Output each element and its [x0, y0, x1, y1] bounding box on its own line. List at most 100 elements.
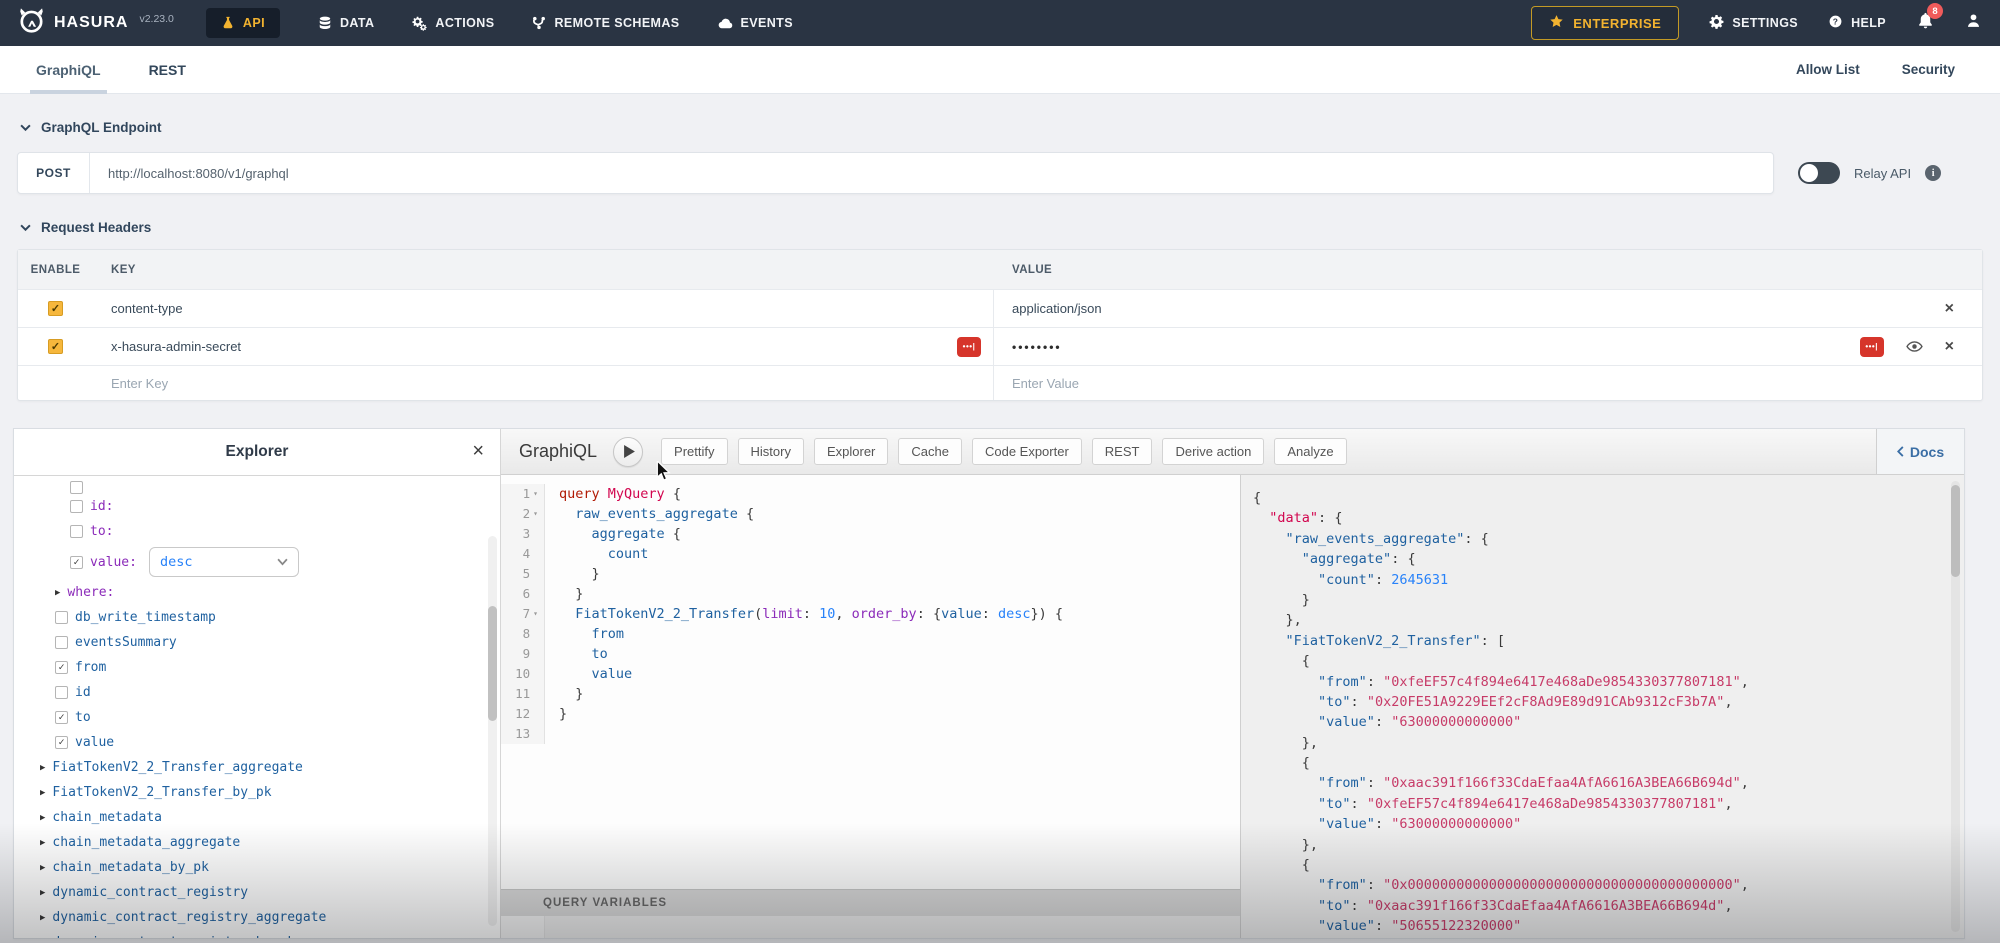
scrollbar-thumb[interactable]: [488, 606, 497, 721]
results-scrollbar[interactable]: [1951, 481, 1960, 932]
field-checkbox[interactable]: ✓: [55, 736, 68, 749]
tab-rest[interactable]: REST: [143, 46, 192, 94]
remove-header-icon[interactable]: ×: [1945, 301, 1954, 317]
explorer-item-dynamic_contract_registry_by_pk[interactable]: ▶dynamic_contract_registry_by_pk: [14, 930, 500, 938]
hasura-brand[interactable]: HASURA v2.23.0: [18, 7, 174, 39]
new-header-value-input[interactable]: [1012, 376, 1885, 391]
expand-arrow-icon[interactable]: ▶: [40, 838, 45, 848]
toolbar-button-explorer[interactable]: Explorer: [814, 438, 888, 465]
query-line: 6 }: [501, 584, 1240, 604]
notifications-button[interactable]: 8: [1916, 11, 1935, 35]
query-editor[interactable]: 1▾query MyQuery {2▾ raw_events_aggregate…: [501, 475, 1240, 889]
explorer-item-value[interactable]: ✓value: [14, 730, 500, 755]
enable-checkbox[interactable]: ✓: [48, 339, 63, 354]
explorer-item-where[interactable]: ▶where:: [14, 580, 500, 605]
remove-header-icon[interactable]: ×: [1945, 339, 1954, 355]
toolbar-button-derive-action[interactable]: Derive action: [1162, 438, 1264, 465]
tab-graphiql[interactable]: GraphiQL: [30, 46, 107, 94]
graphiql-panes: 1▾query MyQuery {2▾ raw_events_aggregate…: [501, 475, 1964, 938]
field-checkbox[interactable]: [55, 686, 68, 699]
explorer-item-id[interactable]: id:: [14, 494, 500, 519]
field-checkbox[interactable]: [55, 611, 68, 624]
expand-arrow-icon[interactable]: ▶: [40, 863, 45, 873]
security-link[interactable]: Security: [1902, 62, 1955, 77]
explorer-field-list[interactable]: id:to:✓value:desc▶where:db_write_timesta…: [14, 476, 500, 938]
results-pane[interactable]: { "data": { "raw_events_aggregate": { "a…: [1241, 475, 1964, 938]
header-key[interactable]: content-type: [111, 301, 183, 316]
expand-arrow-icon[interactable]: ▶: [40, 888, 45, 898]
explorer-item-chain_metadata_aggregate[interactable]: ▶chain_metadata_aggregate: [14, 830, 500, 855]
header-value[interactable]: application/json: [1012, 301, 1102, 316]
fold-arrow-icon[interactable]: ▾: [533, 484, 538, 504]
account-button[interactable]: [1965, 12, 1982, 34]
explorer-item-db_write_timestamp[interactable]: db_write_timestamp: [14, 605, 500, 630]
toolbar-button-cache[interactable]: Cache: [898, 438, 962, 465]
close-icon[interactable]: ×: [472, 441, 484, 461]
query-line: 11 }: [501, 684, 1240, 704]
query-variables-bar[interactable]: QUERY VARIABLES: [501, 889, 1240, 916]
settings-button[interactable]: SETTINGS: [1709, 14, 1798, 32]
explorer-item-to[interactable]: ✓to: [14, 705, 500, 730]
expand-arrow-icon[interactable]: ▶: [40, 913, 45, 923]
field-checkbox[interactable]: ✓: [55, 661, 68, 674]
request-headers-section-header[interactable]: Request Headers: [20, 220, 2000, 235]
field-checkbox[interactable]: ✓: [70, 556, 83, 569]
nav-item-remote-schemas[interactable]: REMOTE SCHEMAS: [532, 16, 679, 30]
lastpass-icon[interactable]: •••|: [957, 337, 981, 357]
explorer-item-FiatTokenV2_2_Transfer_by_pk[interactable]: ▶FiatTokenV2_2_Transfer_by_pk: [14, 780, 500, 805]
nav-item-events[interactable]: EVENTS: [718, 16, 793, 31]
explorer-item-FiatTokenV2_2_Transfer_aggregate[interactable]: ▶FiatTokenV2_2_Transfer_aggregate: [14, 755, 500, 780]
nav-item-api[interactable]: API: [206, 8, 280, 38]
expand-arrow-icon[interactable]: ▶: [40, 938, 45, 939]
lastpass-icon[interactable]: •••|: [1860, 337, 1884, 357]
field-checkbox[interactable]: [70, 481, 83, 494]
explorer-item-chain_metadata[interactable]: ▶chain_metadata: [14, 805, 500, 830]
field-checkbox[interactable]: [70, 500, 83, 513]
enterprise-button[interactable]: ENTERPRISE: [1531, 6, 1679, 40]
field-checkbox[interactable]: ✓: [55, 711, 68, 724]
execute-query-button[interactable]: [613, 437, 643, 467]
nav-item-data[interactable]: DATA: [318, 16, 374, 30]
new-header-key-input[interactable]: [111, 376, 905, 391]
reveal-value-icon[interactable]: [1906, 338, 1923, 355]
explorer-item-to[interactable]: to:: [14, 519, 500, 544]
expand-arrow-icon[interactable]: ▶: [40, 813, 45, 823]
explorer-item-value[interactable]: ✓value:desc: [14, 544, 500, 580]
fold-arrow-icon[interactable]: ▾: [533, 504, 538, 524]
relay-api-toggle[interactable]: [1798, 162, 1840, 184]
nav-item-actions[interactable]: ACTIONS: [412, 16, 494, 31]
docs-button[interactable]: Docs: [1876, 429, 1964, 474]
expand-arrow-icon[interactable]: ▶: [40, 763, 45, 773]
toolbar-button-code-exporter[interactable]: Code Exporter: [972, 438, 1082, 465]
info-icon[interactable]: i: [1925, 165, 1941, 181]
explorer-item-dynamic_contract_registry[interactable]: ▶dynamic_contract_registry: [14, 880, 500, 905]
field-checkbox[interactable]: [70, 525, 83, 538]
enable-checkbox[interactable]: ✓: [48, 301, 63, 316]
help-button[interactable]: ? HELP: [1828, 14, 1886, 32]
explorer-item-clipped[interactable]: [14, 480, 500, 494]
allow-list-link[interactable]: Allow List: [1796, 62, 1860, 77]
explorer-item-dynamic_contract_registry_aggregate[interactable]: ▶dynamic_contract_registry_aggregate: [14, 905, 500, 930]
toolbar-button-history[interactable]: History: [738, 438, 804, 465]
explorer-item-from[interactable]: ✓from: [14, 655, 500, 680]
sort-order-dropdown[interactable]: desc: [149, 547, 299, 577]
expand-arrow-icon[interactable]: ▶: [40, 788, 45, 798]
explorer-item-chain_metadata_by_pk[interactable]: ▶chain_metadata_by_pk: [14, 855, 500, 880]
expand-arrow-icon[interactable]: ▶: [55, 588, 60, 598]
explorer-item-eventsSummary[interactable]: eventsSummary: [14, 630, 500, 655]
fold-arrow-icon[interactable]: ▾: [533, 604, 538, 624]
nav-item-label: EVENTS: [741, 16, 793, 30]
toolbar-button-prettify[interactable]: Prettify: [661, 438, 727, 465]
toolbar-button-rest[interactable]: REST: [1092, 438, 1153, 465]
explorer-item-id[interactable]: id: [14, 680, 500, 705]
masked-header-value[interactable]: ••••••••: [1012, 340, 1062, 354]
endpoint-url-input[interactable]: [90, 153, 1773, 193]
scrollbar-thumb[interactable]: [1951, 485, 1960, 577]
query-editor-pane[interactable]: 1▾query MyQuery {2▾ raw_events_aggregate…: [501, 475, 1241, 938]
explorer-scrollbar[interactable]: [488, 536, 497, 926]
query-variables-editor[interactable]: [501, 916, 1240, 938]
field-checkbox[interactable]: [55, 636, 68, 649]
graphql-endpoint-section-header[interactable]: GraphQL Endpoint: [20, 120, 2000, 135]
toolbar-button-analyze[interactable]: Analyze: [1274, 438, 1346, 465]
header-key[interactable]: x-hasura-admin-secret: [111, 339, 241, 354]
